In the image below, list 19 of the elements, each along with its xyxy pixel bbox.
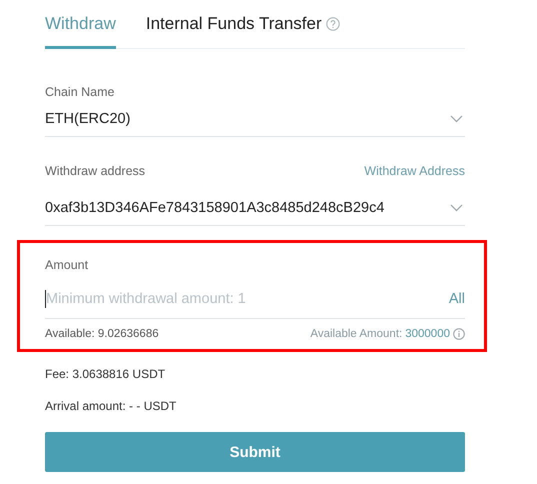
fee-text: Fee: 3.0638816 USDT (45, 367, 166, 381)
address-link[interactable]: Withdraw Address (364, 164, 465, 178)
tab[interactable]: Withdraw (45, 14, 116, 49)
available-amount-value: 3000000 (405, 328, 450, 340)
chain-select[interactable]: ETH(ERC20) (45, 101, 465, 137)
address-select[interactable]: 0xaf3b13D346AFe7843158901A3c8485d248cB29c4 (45, 190, 465, 226)
field-label: Chain Name (45, 85, 114, 99)
available-text: Available: 9.02636686 (45, 328, 159, 340)
field-label: Withdraw address (45, 164, 146, 178)
available-amount-label: Available Amount: (310, 328, 402, 340)
submit-button[interactable]: Submit (45, 432, 465, 472)
chevron-down-icon (450, 114, 463, 122)
chevron-down-icon (450, 204, 463, 212)
help-icon[interactable] (326, 17, 340, 31)
all-link[interactable]: All (448, 291, 465, 307)
arrival-text: Arrival amount: - - USDT (45, 399, 178, 413)
tab[interactable]: Internal Funds Transfer (146, 14, 340, 49)
field-label: Amount (45, 258, 88, 272)
info-icon[interactable] (453, 328, 465, 340)
